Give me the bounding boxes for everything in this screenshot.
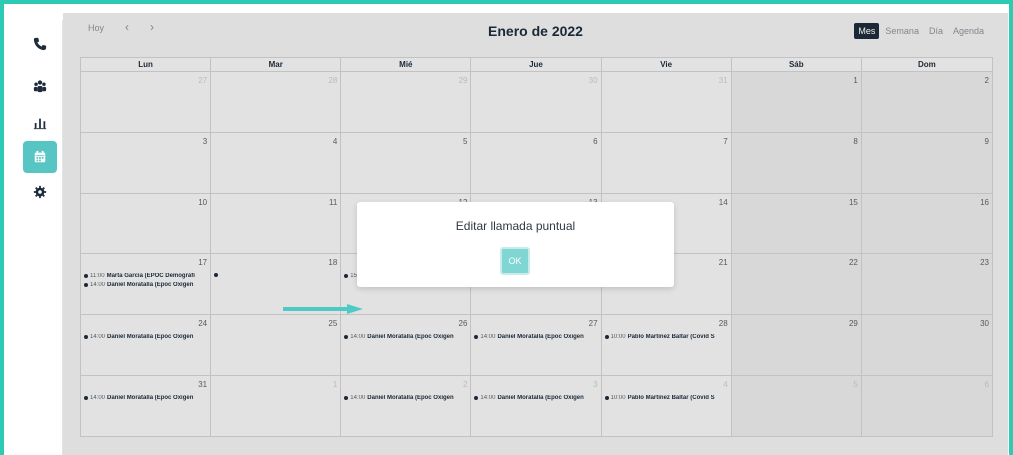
ok-button[interactable]: OK [500,247,530,275]
sidebar-item-calls[interactable] [23,28,57,60]
sidebar-item-settings[interactable] [23,176,57,208]
phone-icon [33,37,47,51]
users-icon [33,80,47,93]
sidebar-item-calendar[interactable] [23,141,57,173]
edit-call-dialog: Editar llamada puntual OK [357,202,674,287]
calendar-icon [34,150,46,163]
sidebar [18,20,63,455]
gear-icon [33,185,47,199]
dialog-title: Editar llamada puntual [455,219,576,233]
annotation-arrow [283,304,363,314]
sidebar-item-patients[interactable] [23,70,57,102]
sidebar-item-stats[interactable] [23,107,57,139]
chart-icon [33,118,47,130]
